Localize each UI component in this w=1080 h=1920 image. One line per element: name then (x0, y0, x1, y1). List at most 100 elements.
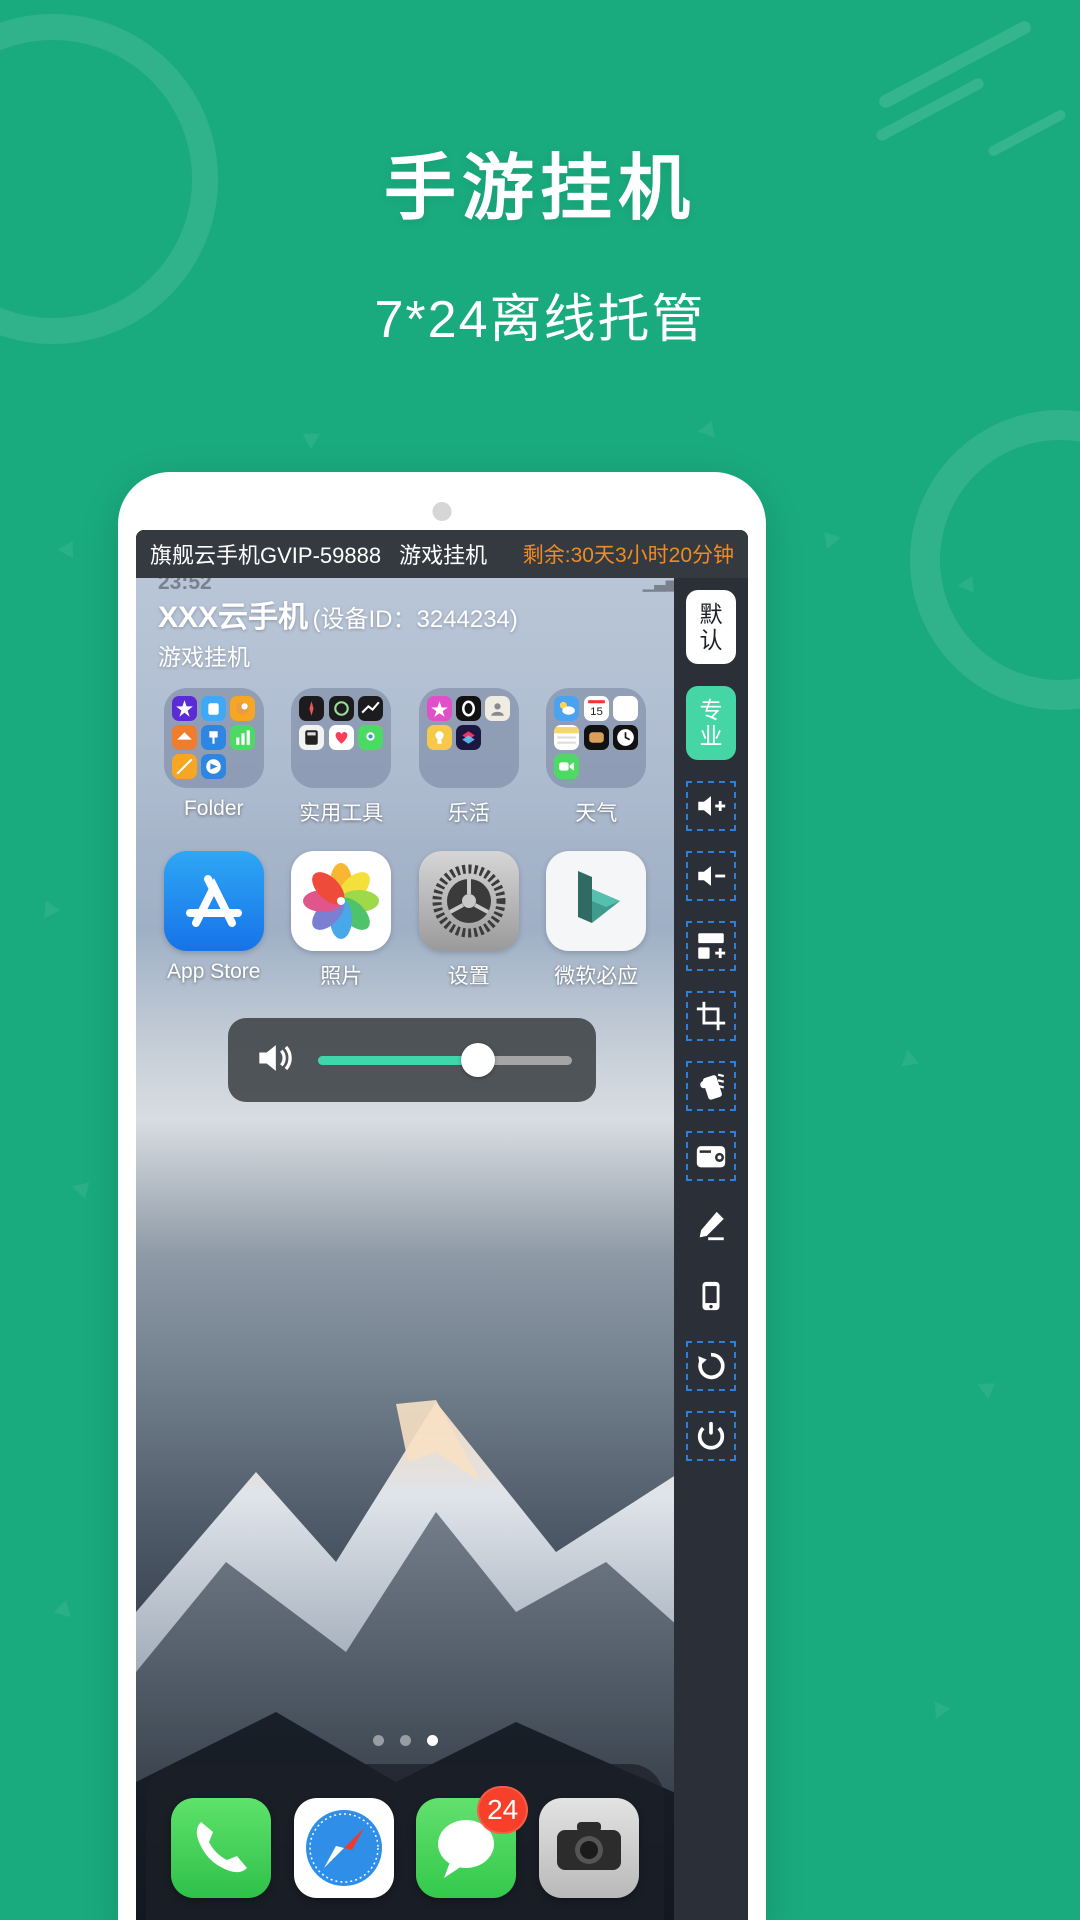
mini-icon-find (357, 725, 383, 750)
right-toolbar: 默 认 专 业 (674, 578, 748, 1920)
messages-app[interactable]: 24 (416, 1786, 529, 1898)
mode-default-label-1: 默 (699, 600, 723, 627)
folder-item[interactable]: 乐活 (405, 688, 533, 827)
folder-item[interactable]: Folder (150, 688, 278, 827)
home-row-folders: Folder 实用工具 乐活 15 天气 (136, 688, 674, 827)
speaker-minus-icon[interactable] (686, 851, 736, 901)
mode-pro-label-1: 专 (699, 696, 723, 723)
app-item[interactable]: App Store (150, 851, 278, 990)
svg-text:15: 15 (590, 706, 603, 718)
phone-screen: 23:52 ▁▃▅▇ ◗ ▭ XXX云手机 (设备ID：3244234) 游戏挂… (136, 530, 748, 1920)
page-subtitle: 7*24离线托管 (374, 291, 706, 350)
decorative-triangle (697, 417, 721, 438)
app-label: 设置 (447, 965, 490, 988)
phone-mockup: 23:52 ▁▃▅▇ ◗ ▭ XXX云手机 (设备ID：3244234) 游戏挂… (118, 472, 766, 1920)
folder-label: 乐活 (447, 802, 490, 825)
mini-icon-facetime (554, 754, 580, 779)
app-item[interactable]: 微软必应 (533, 851, 661, 990)
camera-app[interactable] (538, 1798, 639, 1898)
mini-icon-weather (554, 696, 580, 721)
remaining-time-label: 剩余:30天3小时20分钟 (522, 544, 734, 567)
mini-icon-paint (230, 696, 256, 721)
crop-icon[interactable] (686, 991, 736, 1041)
folder-icon[interactable] (163, 688, 264, 788)
mode-default-button[interactable]: 默 认 (686, 590, 736, 664)
mini-icon-star (171, 696, 197, 721)
pencil-edit-icon[interactable] (687, 1202, 735, 1250)
device-name-label: 旗舰云手机GVIP-59888 (150, 543, 382, 568)
phone-app[interactable] (171, 1798, 272, 1898)
mini-icon-chart (230, 725, 256, 750)
device-overlay-session: 游戏挂机 (158, 644, 250, 670)
page-dot-active[interactable] (426, 1735, 438, 1746)
folder-icon[interactable]: 15 (546, 688, 647, 788)
app-item[interactable]: 照片 (278, 851, 406, 990)
app-item[interactable]: 设置 (405, 851, 533, 990)
mobile-device-icon[interactable] (687, 1272, 735, 1320)
speaker-plus-icon[interactable] (686, 781, 736, 831)
decorative-triangle (37, 896, 61, 919)
restart-arrow-icon[interactable] (686, 1341, 736, 1391)
device-mode-label: 游戏挂机 (399, 543, 488, 568)
folder-label: 实用工具 (299, 802, 384, 825)
decorative-triangle (57, 536, 81, 559)
wallet-icon[interactable] (686, 1131, 736, 1181)
decorative-triangle (817, 525, 841, 550)
device-overlay-name: XXX云手机 (158, 601, 309, 634)
mini-icon-video (201, 754, 227, 779)
mini-icon-notes (554, 725, 580, 750)
decorative-triangle (977, 1375, 1001, 1400)
page-title: 手游挂机 (383, 149, 696, 229)
volume-slider[interactable] (318, 1043, 572, 1077)
speaker-wave-icon (252, 1036, 296, 1085)
app-store-icon[interactable] (163, 851, 264, 951)
app-label: 照片 (320, 965, 363, 988)
mini-icon-tips (426, 725, 452, 750)
decorative-ring-right (910, 410, 1080, 710)
mini-icon-reminders (612, 696, 638, 721)
device-overlay-id: (设备ID：3244234) (312, 606, 518, 633)
decorative-triangle (898, 1048, 920, 1067)
mode-pro-button[interactable]: 专 业 (686, 686, 736, 760)
folder-icon[interactable] (418, 688, 519, 788)
safari-app[interactable] (293, 1798, 394, 1898)
cloud-device-topbar: 旗舰云手机GVIP-59888 游戏挂机 剩余:30天3小时20分钟 (136, 530, 748, 578)
mini-icon-contacts (485, 696, 511, 721)
front-camera-dot (432, 502, 452, 521)
photos-icon[interactable] (291, 851, 392, 951)
home-row-apps: App Store 照片 设置 微软必应 (136, 851, 674, 990)
mini-icon-shop (201, 696, 227, 721)
volume-hud[interactable] (228, 1018, 596, 1102)
device-overlay-title: XXX云手机 (设备ID：3244234) (158, 592, 518, 636)
app-label: 微软必应 (554, 965, 639, 988)
bing-icon[interactable] (546, 851, 647, 951)
folder-item[interactable]: 15 天气 (533, 688, 661, 827)
folder-label: Folder (183, 797, 244, 820)
volume-slider-knob[interactable] (461, 1043, 496, 1077)
folder-icon[interactable] (291, 688, 392, 788)
shake-phone-icon[interactable] (686, 1061, 736, 1111)
home-screen-grid: Folder 实用工具 乐活 15 天气 App Store 照片 设置 微软必… (136, 688, 674, 1002)
mini-icon-note (171, 754, 197, 779)
mini-icon-itunes (426, 696, 452, 721)
settings-icon[interactable] (418, 851, 519, 951)
mini-icon-orange (171, 725, 197, 750)
promo-headings: 手游挂机 7*24离线托管 (0, 149, 1080, 352)
page-indicator (136, 1735, 674, 1746)
mini-icon-clock (612, 725, 638, 750)
page-dot[interactable] (372, 1735, 384, 1746)
page-dot[interactable] (399, 1735, 411, 1746)
mini-icon-podcast (456, 696, 482, 721)
mode-default-label-2: 认 (699, 627, 723, 653)
add-window-icon[interactable] (686, 921, 736, 971)
mini-icon-calculator (299, 725, 325, 750)
mini-icon-watch (328, 696, 354, 721)
folder-item[interactable]: 实用工具 (278, 688, 406, 827)
decorative-triangle (927, 1696, 951, 1719)
mini-icon-calendar: 15 (583, 696, 609, 721)
decorative-streak-2 (874, 76, 986, 143)
mini-icon-shortcuts (456, 725, 482, 750)
mini-icon-stocks (357, 696, 383, 721)
mode-pro-label-2: 业 (699, 723, 723, 749)
power-icon[interactable] (686, 1411, 736, 1461)
